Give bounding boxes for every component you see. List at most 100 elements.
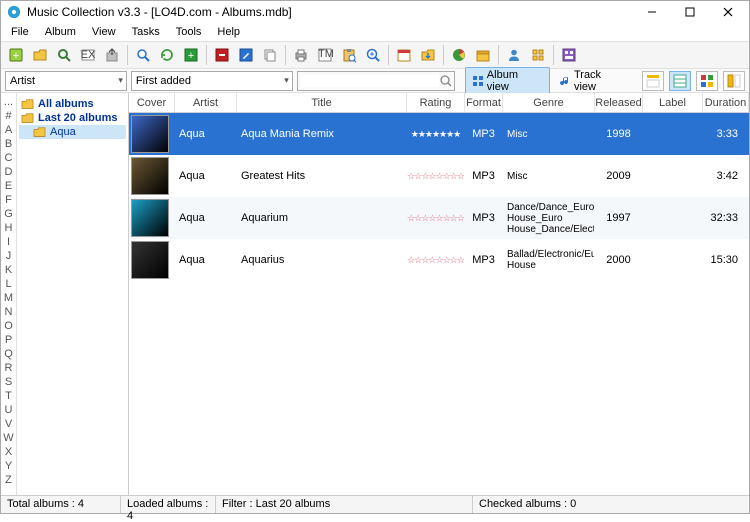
alpha-P[interactable]: P (5, 333, 12, 347)
alpha-A[interactable]: A (5, 123, 12, 137)
col-genre[interactable]: Genre (503, 93, 595, 112)
import-folder-button[interactable] (417, 44, 439, 66)
grid-panel: Cover Artist Title Rating Format Genre R… (129, 93, 749, 495)
alpha-D[interactable]: D (5, 165, 13, 179)
menu-view[interactable]: View (86, 25, 122, 39)
statistics-button[interactable] (448, 44, 470, 66)
menu-album[interactable]: Album (39, 25, 82, 39)
tree-item[interactable]: All albums (19, 97, 126, 111)
group-button[interactable] (558, 44, 580, 66)
alpha-L[interactable]: L (5, 277, 11, 291)
zoom-button[interactable] (362, 44, 384, 66)
track-view-button[interactable]: Track view (552, 67, 633, 95)
table-row[interactable]: AquaGreatest Hits☆☆☆☆☆☆☆☆☆☆MP3Misc20093:… (129, 155, 749, 197)
export-button[interactable] (101, 44, 123, 66)
alpha-X[interactable]: X (5, 445, 12, 459)
album-view-button[interactable]: Album view (465, 67, 550, 95)
table-row[interactable]: AquaAqua Mania Remix★★★★★★★MP3Misc19983:… (129, 113, 749, 155)
close-button[interactable] (709, 1, 747, 23)
minimize-button[interactable] (633, 1, 671, 23)
tree-item[interactable]: Aqua (19, 125, 126, 139)
col-format[interactable]: Format (465, 93, 503, 112)
html-export-button[interactable]: HTML (314, 44, 336, 66)
col-released[interactable]: Released (595, 93, 643, 112)
alpha-I[interactable]: I (7, 235, 10, 249)
alpha-#[interactable]: # (5, 109, 11, 123)
copy-button[interactable] (259, 44, 281, 66)
alpha-B[interactable]: B (5, 137, 12, 151)
col-duration[interactable]: Duration (703, 93, 749, 112)
small-items-button[interactable] (527, 44, 549, 66)
alpha-R[interactable]: R (5, 361, 13, 375)
alpha-S[interactable]: S (5, 375, 12, 389)
cell-duration: 3:42 (703, 155, 749, 197)
calendar-button[interactable] (393, 44, 415, 66)
alpha-F[interactable]: F (5, 193, 12, 207)
grid-body[interactable]: AquaAqua Mania Remix★★★★★★★MP3Misc19983:… (129, 113, 749, 495)
search-web-button[interactable] (132, 44, 154, 66)
alpha-C[interactable]: C (5, 151, 13, 165)
alpha-O[interactable]: O (4, 319, 13, 333)
alpha-V[interactable]: V (5, 417, 12, 431)
layout-1-button[interactable] (642, 71, 664, 91)
text-view-button[interactable]: TEXT (77, 44, 99, 66)
col-label[interactable]: Label (643, 93, 703, 112)
alpha-Q[interactable]: Q (4, 347, 13, 361)
alpha-T[interactable]: T (5, 389, 12, 403)
edit-button[interactable] (235, 44, 257, 66)
open-db-button[interactable] (29, 44, 51, 66)
filter-bar: Artist First added Album view Track view (1, 69, 749, 93)
group-by-combo[interactable]: Artist (5, 71, 127, 91)
clipboard-button[interactable] (338, 44, 360, 66)
col-title[interactable]: Title (237, 93, 407, 112)
layout-4-button[interactable] (723, 71, 745, 91)
archive-button[interactable] (472, 44, 494, 66)
col-rating[interactable]: Rating (407, 93, 465, 112)
sort-by-combo[interactable]: First added (131, 71, 293, 91)
alpha-G[interactable]: G (4, 207, 13, 221)
alpha-Y[interactable]: Y (5, 459, 12, 473)
tree-panel: All albumsLast 20 albumsAqua (17, 93, 129, 495)
alpha-H[interactable]: H (5, 221, 13, 235)
cell-duration: 32:33 (703, 197, 749, 239)
alpha-U[interactable]: U (5, 403, 13, 417)
menu-file[interactable]: File (5, 25, 35, 39)
menu-help[interactable]: Help (211, 25, 246, 39)
table-row[interactable]: AquaAquarius☆☆☆☆☆☆☆☆☆☆MP3Ballad/Electron… (129, 239, 749, 281)
delete-button[interactable] (211, 44, 233, 66)
search-box[interactable] (297, 71, 455, 91)
cell-genre: Ballad/Electronic/Euro House (503, 239, 595, 281)
alpha-Z[interactable]: Z (5, 473, 12, 487)
maximize-button[interactable] (671, 1, 709, 23)
menu-tools[interactable]: Tools (170, 25, 208, 39)
alpha-W[interactable]: W (3, 431, 13, 445)
menu-tasks[interactable]: Tasks (126, 25, 166, 39)
magnifier-button[interactable] (53, 44, 75, 66)
add-album-button[interactable]: + (180, 44, 202, 66)
cover-thumb (131, 199, 169, 237)
cell-rating: ☆☆☆☆☆☆☆☆☆☆ (407, 155, 465, 197)
tree-item[interactable]: Last 20 albums (19, 111, 126, 125)
user-button[interactable] (503, 44, 525, 66)
col-cover[interactable]: Cover (129, 93, 175, 112)
alpha-N[interactable]: N (5, 305, 13, 319)
search-input[interactable] (302, 75, 439, 87)
tree-label: Aqua (50, 126, 76, 138)
table-row[interactable]: AquaAquarium☆☆☆☆☆☆☆☆☆☆MP3Dance/Dance_Eur… (129, 197, 749, 239)
alpha-E[interactable]: E (5, 179, 12, 193)
new-db-button[interactable]: + (5, 44, 27, 66)
search-icon (439, 74, 452, 88)
cell-title: Aquarium (237, 197, 407, 239)
alpha-K[interactable]: K (5, 263, 12, 277)
window-title: Music Collection v3.3 - [LO4D.com - Albu… (27, 5, 633, 19)
col-artist[interactable]: Artist (175, 93, 237, 112)
print-button[interactable] (290, 44, 312, 66)
alpha-...[interactable]: ... (4, 95, 13, 109)
refresh-button[interactable] (156, 44, 178, 66)
alpha-J[interactable]: J (6, 249, 12, 263)
alpha-M[interactable]: M (4, 291, 13, 305)
layout-3-button[interactable] (696, 71, 718, 91)
cell-cover (129, 155, 175, 197)
layout-2-button[interactable] (669, 71, 691, 91)
status-checked: Checked albums : 0 (473, 496, 749, 513)
